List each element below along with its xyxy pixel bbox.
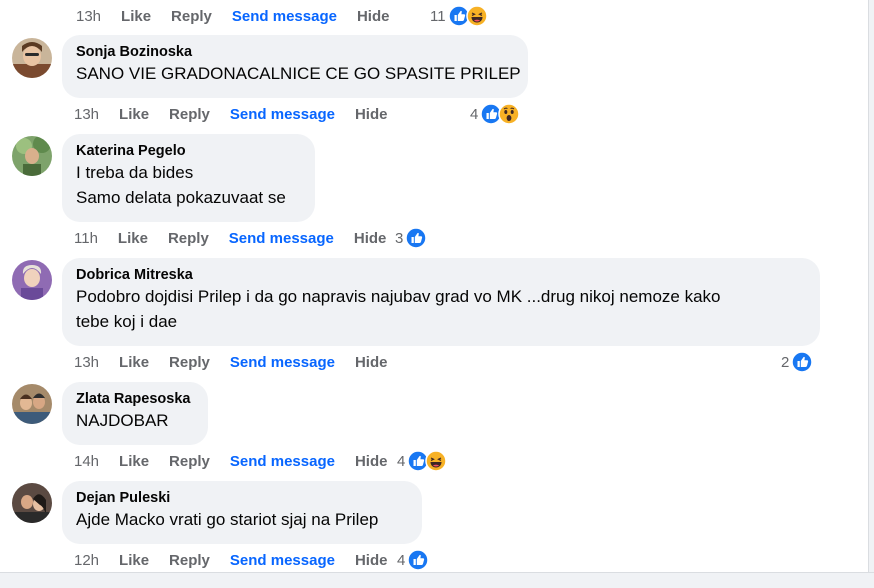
reactions-summary[interactable]: 11 (430, 4, 488, 28)
comment-author[interactable]: Sonja Bozinoska (76, 43, 514, 61)
comment-line: Samo delata pokazuvaat se (76, 188, 286, 207)
comment-bubble: Zlata Rapesoska NAJDOBAR (62, 382, 208, 445)
avatar[interactable] (12, 384, 52, 424)
like-button[interactable]: Like (119, 106, 149, 123)
comment-actions: 11h Like Reply Send message Hide (74, 228, 406, 248)
like-button[interactable]: Like (119, 453, 149, 470)
haha-icon (465, 5, 488, 27)
comment-actions: 13h Like Reply Send message Hide (74, 104, 407, 124)
hide-button[interactable]: Hide (355, 106, 388, 123)
comment-text: NAJDOBAR (76, 408, 194, 433)
hide-button[interactable]: Hide (357, 8, 390, 25)
avatar[interactable] (12, 483, 52, 523)
comment-author[interactable]: Zlata Rapesoska (76, 390, 194, 408)
comment-line: tebe koj i dae (76, 312, 178, 331)
comment-author[interactable]: Dobrica Mitreska (76, 266, 806, 284)
reaction-count: 2 (781, 353, 790, 371)
reaction-count: 11 (430, 7, 446, 25)
reaction-count: 4 (397, 551, 406, 569)
comment-timestamp[interactable]: 13h (76, 8, 101, 25)
comment-timestamp[interactable]: 14h (74, 453, 99, 470)
comment-text: I treba da bides Samo delata pokazuvaat … (76, 160, 301, 210)
like-icon (407, 549, 430, 571)
comment-timestamp[interactable]: 13h (74, 354, 99, 371)
wow-icon (498, 103, 521, 125)
comment-timestamp[interactable]: 13h (74, 106, 99, 123)
comment-text: Podobro dojdisi Prilep i da go napravis … (76, 284, 806, 334)
reply-button[interactable]: Reply (169, 106, 210, 123)
reaction-count: 4 (470, 105, 479, 123)
comment-actions: 13h Like Reply Send message Hide (76, 6, 409, 26)
bottom-edge (0, 572, 874, 588)
comment-actions: 13h Like Reply Send message Hide (74, 352, 407, 372)
reactions-summary[interactable]: 4 (397, 548, 430, 572)
send-message-button[interactable]: Send message (230, 453, 335, 470)
avatar[interactable] (12, 38, 52, 78)
comment-author[interactable]: Dejan Puleski (76, 489, 408, 507)
send-message-button[interactable]: Send message (230, 552, 335, 569)
comment-timestamp[interactable]: 12h (74, 552, 99, 569)
comment-bubble: Katerina Pegelo I treba da bides Samo de… (62, 134, 315, 222)
hide-button[interactable]: Hide (355, 453, 388, 470)
reactions-summary[interactable]: 4 (470, 102, 521, 126)
comment-text: Ajde Macko vrati go stariot sjaj na Pril… (76, 507, 408, 532)
comment-line: Ajde Macko vrati go stariot sjaj na Pril… (76, 510, 379, 529)
reaction-count: 4 (397, 452, 406, 470)
like-button[interactable]: Like (121, 8, 151, 25)
hide-button[interactable]: Hide (354, 230, 387, 247)
reply-button[interactable]: Reply (171, 8, 212, 25)
scrollbar-track[interactable] (868, 0, 874, 587)
like-button[interactable]: Like (119, 552, 149, 569)
send-message-button[interactable]: Send message (229, 230, 334, 247)
comment-bubble: Dejan Puleski Ajde Macko vrati go stario… (62, 481, 422, 544)
send-message-button[interactable]: Send message (232, 8, 337, 25)
reactions-summary[interactable]: 2 (781, 350, 814, 374)
comment-line: SANO VIE GRADONACALNICE CE GO SPASITE PR… (76, 64, 521, 83)
comment-line: I treba da bides (76, 163, 194, 182)
reactions-summary[interactable]: 3 (395, 226, 428, 250)
comment-timestamp[interactable]: 11h (74, 230, 98, 247)
like-button[interactable]: Like (119, 354, 149, 371)
comment-bubble: Dobrica Mitreska Podobro dojdisi Prilep … (62, 258, 820, 346)
comment-text: SANO VIE GRADONACALNICE CE GO SPASITE PR… (76, 61, 521, 86)
like-button[interactable]: Like (118, 230, 148, 247)
hide-button[interactable]: Hide (355, 552, 388, 569)
comment-actions: 14h Like Reply Send message Hide (74, 451, 407, 471)
reactions-summary[interactable]: 4 (397, 449, 448, 473)
comment-bubble: Sonja Bozinoska SANO VIE GRADONACALNICE … (62, 35, 528, 98)
like-icon (791, 351, 814, 373)
like-icon (405, 227, 428, 249)
comment-actions: 12h Like Reply Send message Hide (74, 550, 407, 570)
comment-line: NAJDOBAR (76, 411, 169, 430)
comment-line: Podobro dojdisi Prilep i da go napravis … (76, 287, 721, 306)
avatar[interactable] (12, 260, 52, 300)
haha-icon (425, 450, 448, 472)
reply-button[interactable]: Reply (169, 552, 210, 569)
send-message-button[interactable]: Send message (230, 354, 335, 371)
reaction-count: 3 (395, 229, 404, 247)
reply-button[interactable]: Reply (169, 453, 210, 470)
hide-button[interactable]: Hide (355, 354, 388, 371)
send-message-button[interactable]: Send message (230, 106, 335, 123)
reply-button[interactable]: Reply (168, 230, 209, 247)
comment-author[interactable]: Katerina Pegelo (76, 142, 301, 160)
reply-button[interactable]: Reply (169, 354, 210, 371)
avatar[interactable] (12, 136, 52, 176)
